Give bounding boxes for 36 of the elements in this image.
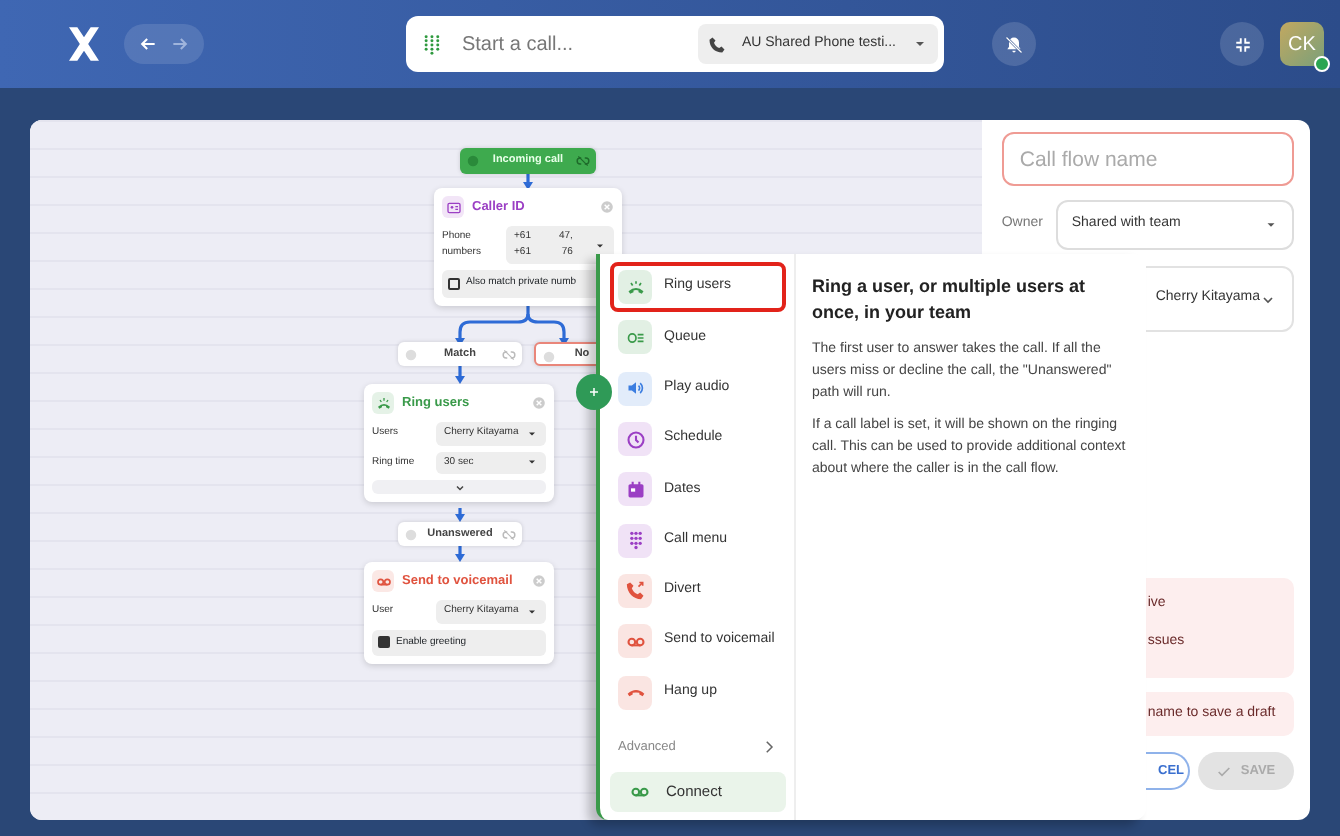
caret-icon [912, 36, 928, 52]
caret-icon [526, 456, 538, 469]
connector-arrow [455, 508, 465, 522]
collapse-icon[interactable] [1233, 35, 1251, 53]
online-status-dot [1314, 56, 1330, 72]
connector-arrow [523, 174, 533, 190]
connector-arrow [455, 546, 465, 562]
unlink-icon [502, 347, 516, 361]
check-icon [1216, 763, 1233, 779]
dot-icon [466, 153, 480, 167]
caret-icon [526, 605, 538, 618]
connector-arrow [455, 366, 465, 384]
unlink-icon [502, 527, 516, 541]
chevron-icon [760, 738, 778, 757]
phone-icon [707, 35, 726, 53]
dialpad-icon[interactable] [422, 29, 442, 59]
dot-icon [542, 349, 556, 363]
back-arrow-icon[interactable] [138, 34, 158, 54]
caret-icon [526, 427, 538, 440]
unlink-icon [576, 153, 590, 167]
plus-icon [588, 382, 600, 402]
checkbox[interactable] [378, 636, 390, 649]
bell-muted-icon[interactable] [1004, 33, 1024, 55]
node-icon [445, 199, 461, 215]
forward-arrow-icon[interactable] [170, 34, 190, 54]
dot-icon [404, 347, 418, 361]
chevron-icon [453, 481, 465, 493]
caret-icon [1264, 218, 1278, 232]
chevron-icon [1260, 291, 1276, 307]
dot-icon [404, 527, 418, 541]
checkbox[interactable] [448, 277, 460, 290]
logo-icon [64, 24, 104, 64]
name-field[interactable]: Call flow name [1001, 132, 1294, 186]
node-icon [375, 395, 391, 411]
node-icon [375, 573, 391, 589]
link-icon [630, 782, 650, 802]
